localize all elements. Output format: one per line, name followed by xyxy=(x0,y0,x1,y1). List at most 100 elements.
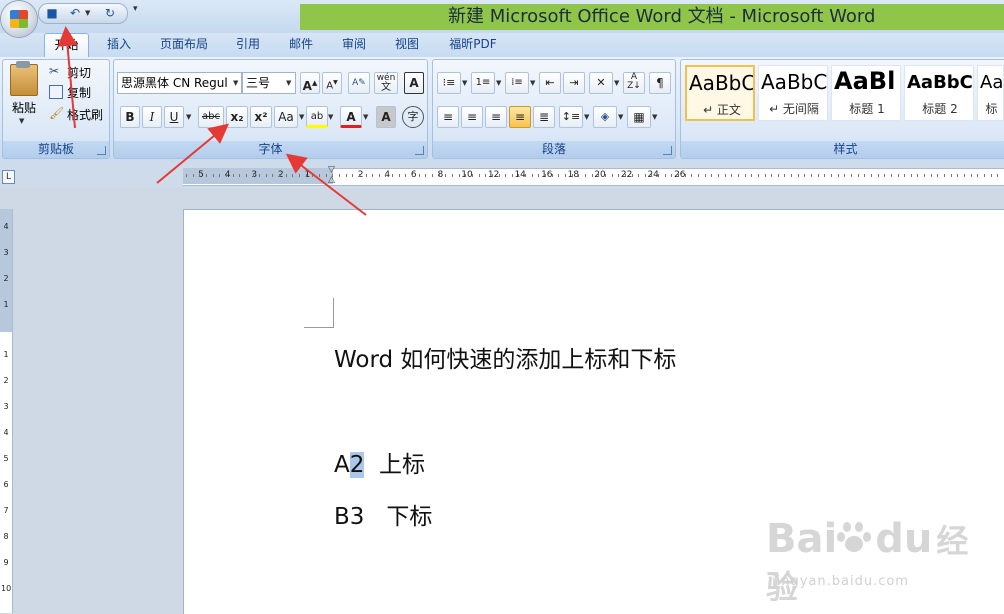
font-launcher-icon[interactable] xyxy=(415,146,424,155)
paragraph-shading-dropdown-icon[interactable]: ▼ xyxy=(618,113,623,121)
office-button[interactable] xyxy=(1,1,37,37)
shrink-font-button[interactable]: A▼ xyxy=(322,72,342,94)
ruler-tick xyxy=(206,174,207,177)
selected-text[interactable]: 2 xyxy=(349,452,365,478)
multilevel-dropdown-icon[interactable]: ▼ xyxy=(530,79,535,87)
font-color-button[interactable]: A xyxy=(340,106,362,128)
tab-insert[interactable]: 插入 xyxy=(97,33,141,57)
paste-icon[interactable] xyxy=(10,64,38,96)
decrease-indent-icon[interactable]: ⇤ xyxy=(539,72,561,94)
style-no-spacing[interactable]: AaBbC ↵ 无间隔 xyxy=(758,65,828,121)
ruler-tick xyxy=(904,174,905,177)
borders-icon[interactable]: ▦ xyxy=(627,106,651,128)
highlight-dropdown-icon[interactable]: ▼ xyxy=(328,113,333,121)
style-normal[interactable]: AaBbC ↵ 正文 xyxy=(685,65,755,121)
line-spacing-icon[interactable]: ↕≡ xyxy=(559,106,583,128)
ruler-tick xyxy=(798,174,799,177)
style-heading-1[interactable]: AaBl 标题 1 xyxy=(831,65,901,121)
clear-format-button[interactable]: A✎ xyxy=(348,72,370,94)
paragraph-group-label: 段落 xyxy=(433,141,675,158)
ruler-tick xyxy=(439,174,440,177)
undo-dropdown-icon[interactable]: ▼ xyxy=(85,9,90,17)
justify-icon[interactable]: ≡ xyxy=(509,106,531,128)
font-name-combo[interactable]: 思源黑体 CN Regul xyxy=(117,72,242,94)
doc-title-line[interactable]: Word 如何快速的添加上标和下标 xyxy=(334,340,676,374)
format-painter-icon: 🖌 xyxy=(49,106,65,120)
align-right-icon[interactable]: ≡ xyxy=(485,106,507,128)
subscript-button[interactable]: x₂ xyxy=(226,106,248,128)
bullets-icon[interactable]: ⁝≡ xyxy=(437,72,461,94)
ruler-tick xyxy=(572,174,573,177)
enclose-char-button[interactable]: 字 xyxy=(402,106,424,128)
borders-dropdown-icon[interactable]: ▼ xyxy=(652,113,657,121)
tab-view[interactable]: 视图 xyxy=(385,33,429,57)
line-spacing-dropdown-icon[interactable]: ▼ xyxy=(584,113,589,121)
font-color-dropdown-icon[interactable]: ▼ xyxy=(363,113,368,121)
ruler-tick xyxy=(279,174,280,177)
highlight-button[interactable]: ab xyxy=(306,106,328,128)
bold-button[interactable]: B xyxy=(120,106,140,128)
paste-dropdown-icon[interactable]: ▼ xyxy=(19,117,24,125)
style-heading-2[interactable]: AaBbC 标题 2 xyxy=(904,65,974,121)
customize-qat-icon[interactable]: ▾ xyxy=(133,4,138,14)
change-case-button[interactable]: Aa xyxy=(274,106,298,128)
ruler-tick xyxy=(286,174,287,177)
font-size-dropdown-icon[interactable]: ▼ xyxy=(286,79,291,87)
tab-selector-icon[interactable]: L xyxy=(2,170,15,184)
paragraph-launcher-icon[interactable] xyxy=(663,146,672,155)
redo-icon[interactable]: ↻ xyxy=(101,5,119,21)
tab-review[interactable]: 审阅 xyxy=(332,33,376,57)
ruler-tick xyxy=(193,174,194,177)
grow-font-button[interactable]: A▲ xyxy=(300,72,320,94)
paragraph-shading-icon[interactable]: ◈ xyxy=(593,106,617,128)
sort-icon[interactable]: A Z↓ xyxy=(623,72,645,94)
phonetic-guide-button[interactable]: wén 文 xyxy=(374,72,398,94)
save-icon[interactable]: ■ xyxy=(43,5,61,21)
paragraph-group: ⁝≡ ▼ 1≡ ▼ ⁞≡ ▼ ⇤ ⇥ ✕ ▼ A Z↓ ¶ ≡ ≡ ≡ ≡ ≣ ↕… xyxy=(432,59,676,159)
show-marks-icon[interactable]: ¶ xyxy=(649,72,671,94)
chinese-layout-dropdown-icon[interactable]: ▼ xyxy=(614,79,619,87)
clipboard-launcher-icon[interactable] xyxy=(97,146,106,155)
numbering-dropdown-icon[interactable]: ▼ xyxy=(496,79,501,87)
style-title[interactable]: Aa 标 xyxy=(977,65,1004,121)
ruler-tick xyxy=(705,174,706,177)
char-shading-button[interactable]: A xyxy=(376,106,396,128)
tab-home[interactable]: 开始 xyxy=(44,33,89,57)
italic-button[interactable]: I xyxy=(142,106,162,128)
increase-indent-icon[interactable]: ⇥ xyxy=(563,72,585,94)
tab-mailings[interactable]: 邮件 xyxy=(279,33,323,57)
style-heading-2-sample: AaBbC xyxy=(907,72,973,93)
ruler-tick xyxy=(632,174,633,177)
strikethrough-button[interactable]: abc xyxy=(198,106,224,128)
font-name-dropdown-icon[interactable]: ▼ xyxy=(233,79,238,87)
multilevel-list-icon[interactable]: ⁞≡ xyxy=(505,72,529,94)
align-center-icon[interactable]: ≡ xyxy=(461,106,483,128)
cut-button[interactable]: 剪切 xyxy=(67,64,91,81)
paste-button[interactable]: 粘贴 xyxy=(8,99,40,116)
underline-dropdown-icon[interactable]: ▼ xyxy=(186,113,191,121)
tab-references[interactable]: 引用 xyxy=(226,33,270,57)
doc-line-superscript[interactable]: A2 上标 xyxy=(334,445,425,479)
align-left-icon[interactable]: ≡ xyxy=(437,106,459,128)
ruler-tick xyxy=(485,174,486,177)
distributed-icon[interactable]: ≣ xyxy=(533,106,555,128)
underline-button[interactable]: U xyxy=(164,106,184,128)
doc-line-subscript[interactable]: B3 下标 xyxy=(334,497,432,531)
tab-foxit-pdf[interactable]: 福昕PDF xyxy=(438,33,508,57)
copy-button[interactable]: 复制 xyxy=(67,84,91,101)
chinese-layout-icon[interactable]: ✕ xyxy=(589,72,613,94)
ruler-tick xyxy=(598,174,599,177)
superscript-button[interactable]: x² xyxy=(250,106,272,128)
ruler-tick xyxy=(219,174,220,177)
change-case-dropdown-icon[interactable]: ▼ xyxy=(299,113,304,121)
ruler-tick xyxy=(997,174,998,177)
hanging-indent-icon[interactable]: △ xyxy=(328,176,338,186)
numbering-icon[interactable]: 1≡ xyxy=(471,72,495,94)
format-painter-button[interactable]: 格式刷 xyxy=(67,106,103,123)
ruler-tick xyxy=(585,174,586,177)
ruler-tick xyxy=(312,174,313,177)
bullets-dropdown-icon[interactable]: ▼ xyxy=(462,79,467,87)
undo-icon[interactable]: ↶ xyxy=(66,5,84,21)
char-border-button[interactable]: A xyxy=(404,72,424,94)
tab-page-layout[interactable]: 页面布局 xyxy=(150,33,218,57)
